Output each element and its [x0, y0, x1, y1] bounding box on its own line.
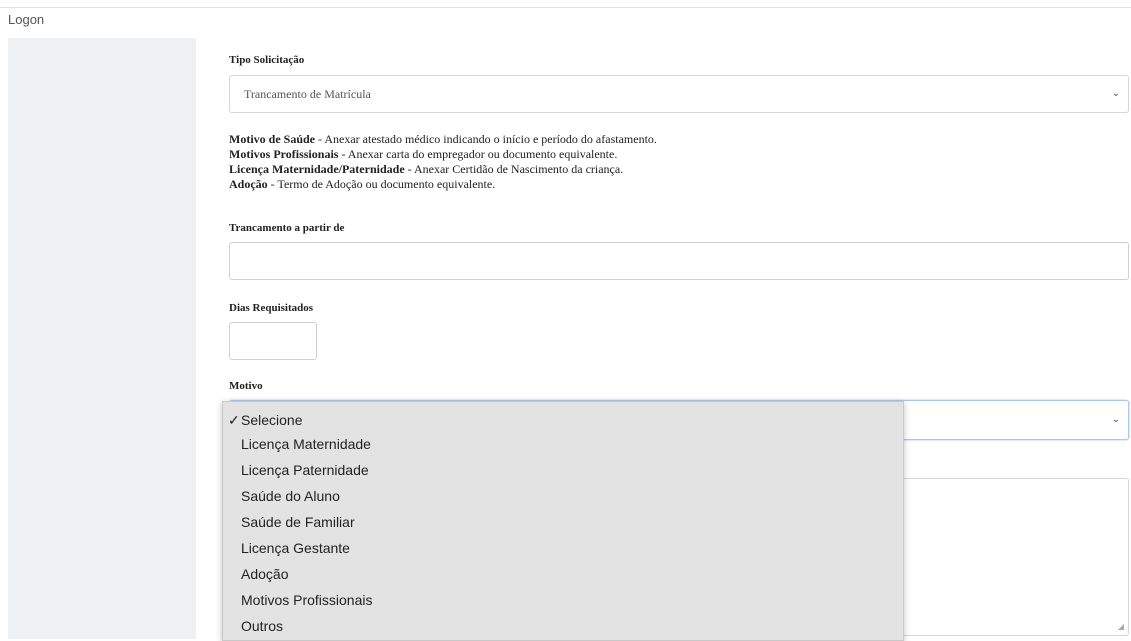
- info-row: Motivos Profissionais - Anexar carta do …: [229, 147, 618, 161]
- dropdown-option-selecione[interactable]: ✓Selecione: [228, 412, 303, 429]
- info-row: Motivo de Saúde - Anexar atestado médico…: [229, 132, 657, 146]
- dias-requisitados-label: Dias Requisitados: [229, 302, 314, 314]
- motivo-dropdown-list: ✓Selecione Licença Maternidade Licença P…: [222, 401, 904, 641]
- sidebar: [8, 38, 196, 639]
- dias-requisitados-input[interactable]: [229, 322, 317, 360]
- dropdown-option[interactable]: Licença Maternidade: [241, 436, 371, 452]
- trancamento-date-input[interactable]: [229, 242, 1129, 280]
- chevron-down-icon: ⌄: [1111, 414, 1120, 425]
- dropdown-option[interactable]: Licença Gestante: [241, 540, 350, 556]
- top-divider: [0, 7, 1131, 8]
- motivo-label: Motivo: [229, 380, 263, 392]
- logon-link[interactable]: Logon: [8, 12, 44, 27]
- tipo-solicitacao-label: Tipo Solicitação: [229, 54, 305, 66]
- info-row: Adoção - Termo de Adoção ou documento eq…: [229, 177, 496, 191]
- dropdown-option[interactable]: Adoção: [241, 566, 288, 582]
- top-bar: Logon: [0, 0, 1131, 38]
- dropdown-option[interactable]: Saúde de Familiar: [241, 514, 355, 530]
- trancamento-label: Trancamento a partir de: [229, 222, 345, 234]
- dropdown-option[interactable]: Motivos Profissionais: [241, 592, 373, 608]
- dropdown-option[interactable]: Saúde do Aluno: [241, 488, 340, 504]
- motivos-info: Motivo de Saúde - Anexar atestado médico…: [229, 132, 657, 192]
- dropdown-option[interactable]: Outros: [241, 618, 283, 634]
- tipo-solicitacao-value: Trancamento de Matrícula: [244, 87, 371, 101]
- chevron-down-icon: ⌄: [1111, 88, 1120, 99]
- checkmark-icon: ✓: [228, 412, 240, 428]
- resize-handle-icon[interactable]: ◢: [1118, 622, 1124, 631]
- info-row: Licença Maternidade/Paternidade - Anexar…: [229, 162, 624, 176]
- dropdown-option[interactable]: Licença Paternidade: [241, 462, 369, 478]
- tipo-solicitacao-select[interactable]: Trancamento de Matrícula ⌄: [229, 75, 1129, 113]
